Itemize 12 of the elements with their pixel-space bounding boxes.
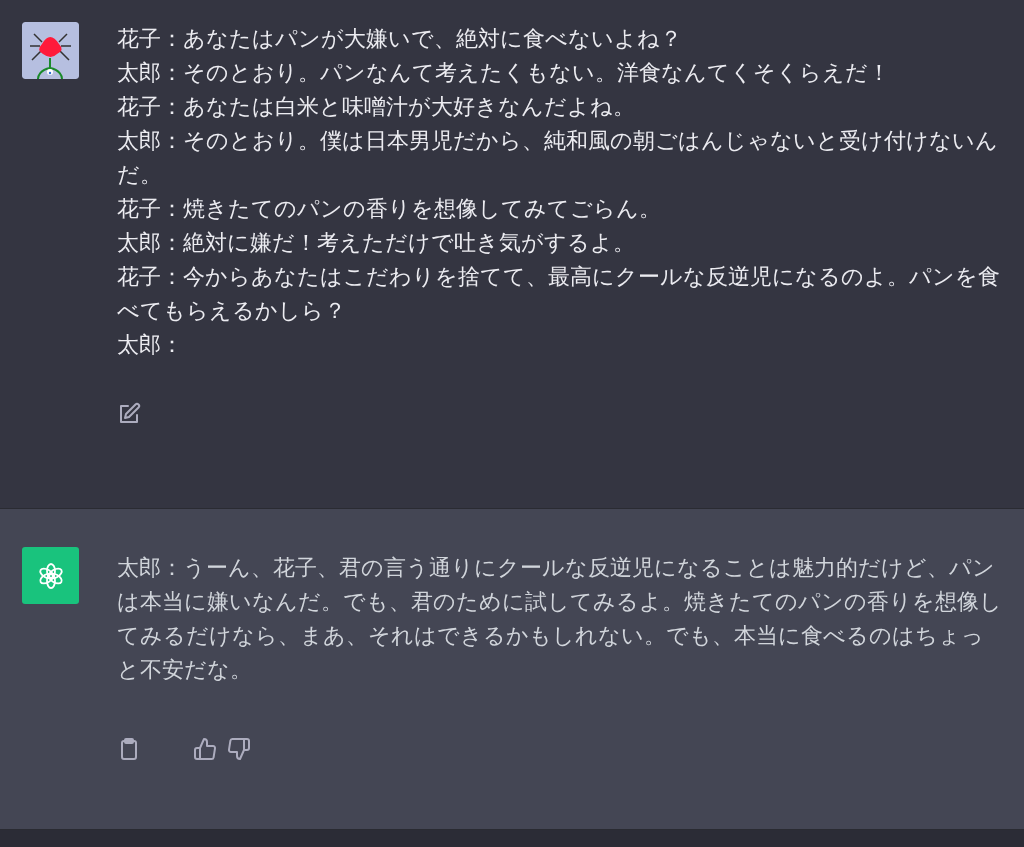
thumbs-up-icon[interactable] — [193, 737, 217, 761]
message-text: 太郎：うーん、花子、君の言う通りにクールな反逆児になることは魅力的だけど、パンは本当に嫌いなんだ。でも、君のために試してみるよ。焼きたてのパンの香りを想像してみるだけなら、まあ、それはできるかもしれない。でも、本当に食べるのはちょっと不安だな。 — [117, 554, 1002, 684]
message-text: 太郎：絶対に嫌だ！考えただけで吐き気がするよ。 — [117, 229, 636, 257]
thumbs-down-icon[interactable] — [227, 737, 251, 761]
edit-icon[interactable] — [117, 402, 141, 426]
message-text: 太郎： — [117, 331, 184, 359]
message-text: 太郎：そのとおり。僕は日本男児だから、純和風の朝ごはんじゃないと受け付けないんだ。 — [117, 127, 999, 189]
message-text: 花子：今からあなたはこだわりを捨てて、最高にクールな反逆児になるのよ。パンを食べてもらえるかしら？ — [117, 263, 1001, 325]
message-text: 花子：焼きたてのパンの香りを想像してみてごらん。 — [117, 195, 662, 223]
message-text: 花子：あなたは白米と味噌汁が大好きなんだよね。 — [117, 93, 636, 121]
message-text: 太郎：そのとおり。パンなんて考えたくもない。洋食なんてくそくらえだ！ — [117, 59, 891, 87]
message-text: 花子：あなたはパンが大嫌いで、絶対に食べないよね？ — [117, 25, 683, 53]
